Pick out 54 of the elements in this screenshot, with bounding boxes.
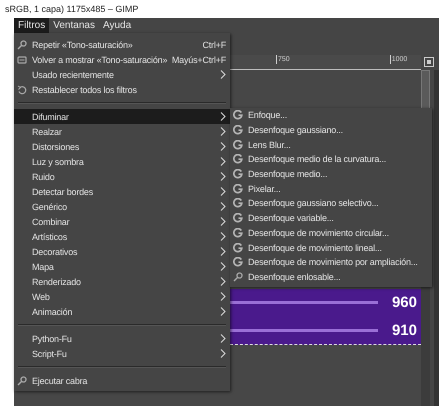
menu-item[interactable]: Restablecer todos los filtros — [14, 82, 230, 97]
menu-item[interactable]: Desenfoque de movimiento por ampliación... — [230, 254, 432, 270]
menu-item[interactable]: Artísticos — [14, 229, 230, 244]
g-logo-icon — [233, 228, 243, 238]
menu-item[interactable]: Mapa — [14, 259, 230, 274]
menu-item[interactable]: Usado recientemente — [14, 67, 230, 82]
g-logo-icon — [233, 125, 243, 136]
menu-item[interactable]: Python-Fu — [14, 331, 230, 346]
window-title: sRGB, 1 capa) 1175x485 – GIMP — [5, 4, 138, 14]
menu-item[interactable]: Ejecutar cabra — [14, 373, 230, 388]
menu-item[interactable]: Desenfoque variable... — [230, 210, 432, 226]
dialog-icon — [17, 54, 27, 64]
menu-item[interactable]: Desenfoque medio de la curvatura... — [230, 152, 432, 167]
image-number: 910 — [392, 322, 417, 339]
navigate-icon[interactable] — [424, 57, 434, 67]
chevron-right-icon — [220, 70, 226, 79]
reset-icon — [17, 84, 27, 94]
menu-item[interactable]: Repetir «Tono-saturación» Ctrl+F — [14, 37, 230, 52]
image-number: 960 — [392, 294, 417, 312]
menu-item[interactable]: Ruido — [14, 169, 230, 184]
menu-item[interactable]: Desenfoque gaussiano selectivo... — [230, 196, 432, 211]
menu-item[interactable]: Desenfoque medio... — [230, 166, 432, 182]
menu-item[interactable]: Luz y sombra — [14, 154, 230, 169]
menu-item[interactable]: Distorsiones — [14, 139, 230, 154]
menu-item[interactable]: Combinar — [14, 214, 230, 229]
menu-item[interactable]: Animación — [14, 304, 230, 319]
g-logo-icon — [233, 242, 243, 253]
menu-item[interactable]: Lens Blur... — [230, 137, 432, 152]
menu-item[interactable]: Script-Fu — [14, 346, 230, 361]
menubar-item[interactable]: Ayuda — [98, 18, 136, 33]
menu-item[interactable]: Desenfoque gaussiano... — [230, 122, 432, 138]
menu-item[interactable]: Renderizado — [14, 274, 230, 289]
menu-item[interactable]: Genérico — [14, 199, 230, 214]
g-logo-icon — [233, 213, 243, 224]
g-logo-icon — [233, 110, 243, 120]
menubar-item[interactable]: Ventanas — [49, 18, 99, 33]
menu-item[interactable]: Web — [14, 289, 230, 304]
menu-item[interactable]: Desenfoque de movimiento lineal... — [230, 240, 432, 255]
menu-item[interactable]: Detectar bordes — [14, 184, 230, 199]
g-logo-icon — [233, 169, 243, 180]
menu-item[interactable]: Pixelar... — [230, 181, 432, 196]
g-logo-icon — [233, 140, 243, 150]
menu-item[interactable]: Volver a mostrar «Tono-saturación» Mayús+Ctrl+F — [14, 52, 230, 67]
menu-item[interactable]: Decorativos — [14, 244, 230, 259]
g-logo-icon — [233, 198, 243, 208]
g-logo-icon — [233, 184, 243, 194]
g-logo-icon — [233, 257, 243, 268]
menu-item[interactable]: Enfoque... — [230, 108, 432, 123]
menu-item[interactable]: Realzar — [14, 124, 230, 139]
menu-item[interactable]: Difuminar — [14, 109, 230, 124]
menu-item[interactable]: Desenfoque de movimiento circular... — [230, 226, 432, 240]
menu-item[interactable]: Desenfoque enlosable... — [230, 270, 432, 284]
g-logo-icon — [233, 154, 243, 164]
menubar-item[interactable]: Filtros — [14, 18, 50, 33]
